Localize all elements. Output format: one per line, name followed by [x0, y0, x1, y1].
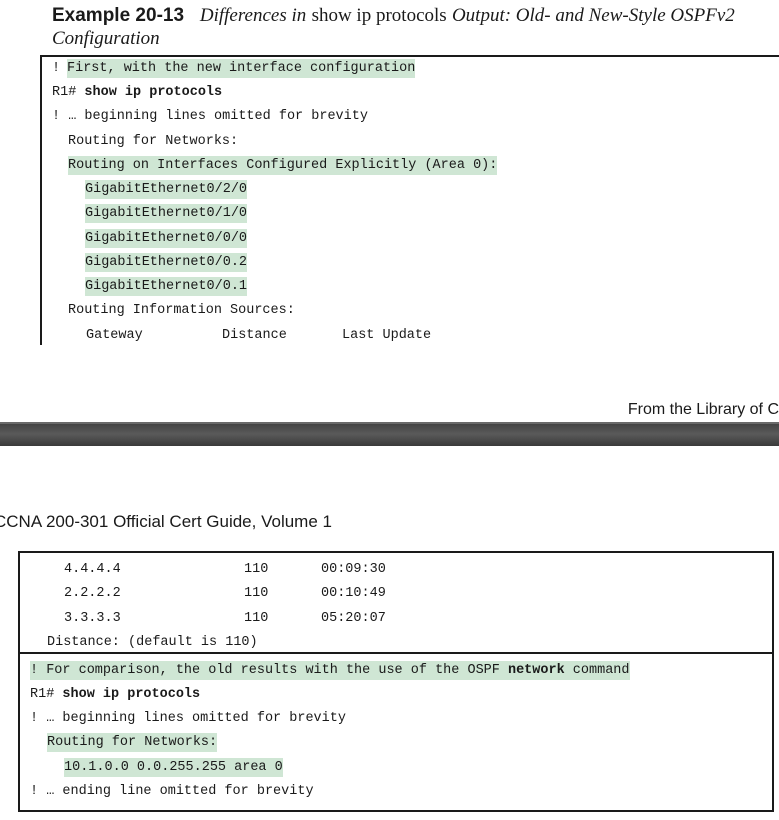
source-gateway: 2.2.2.2 [64, 586, 121, 601]
routing-information-sources: Routing Information Sources: [68, 303, 295, 318]
interface-line: GigabitEthernet0/1/0 [85, 204, 248, 223]
caption-text-1: Differences in [199, 5, 307, 26]
source-gateway: 4.4.4.4 [64, 562, 121, 577]
book-running-header: CCNA 200-301 Official Cert Guide, Volume… [0, 512, 332, 531]
interface-line: GigabitEthernet0/0/0 [85, 229, 248, 248]
omitted-note: ! … beginning lines omitted for brevity [52, 109, 368, 124]
command-line-1: R1# show ip protocols [52, 83, 222, 102]
source-distance: 110 [244, 562, 269, 577]
omitted-note: ! … beginning lines omitted for brevity [30, 711, 346, 726]
column-header-gateway: Gateway [86, 328, 143, 343]
interface-line: GigabitEthernet0/0.2 [85, 253, 248, 272]
comment-bang: ! [52, 61, 61, 76]
command: show ip protocols [62, 687, 201, 702]
comment-new-config: First, with the new interface configurat… [67, 59, 416, 78]
caption-command: show ip protocols [311, 5, 447, 26]
prompt: R1# [52, 85, 85, 100]
example-caption: Example 20-13 Differences in show ip pro… [52, 4, 779, 50]
source-last-update: 00:10:49 [321, 586, 386, 601]
source-last-update: 00:09:30 [321, 562, 386, 577]
column-header-last-update: Last Update [342, 328, 432, 343]
example-number: Example 20-13 [52, 5, 185, 26]
interface-line: GigabitEthernet0/0.1 [85, 277, 248, 296]
default-distance: Distance: (default is 110) [47, 635, 258, 650]
ending-omitted-note: ! … ending line omitted for brevity [30, 784, 314, 799]
source-distance: 110 [244, 611, 269, 626]
source-gateway: 3.3.3.3 [64, 611, 121, 626]
library-footer: From the Library of C [627, 401, 779, 418]
caption-text-2: Output: Old- and New-Style OSPFv2 [451, 5, 735, 26]
command: show ip protocols [84, 85, 223, 100]
network-statement: 10.1.0.0 0.0.255.255 area 0 [64, 758, 283, 777]
interface-line: GigabitEthernet0/2/0 [85, 180, 248, 199]
page-divider-band [0, 424, 779, 446]
caption-text-3: Configuration [52, 28, 160, 49]
command-line-old: R1# show ip protocols [30, 685, 200, 704]
routing-for-networks: Routing for Networks: [68, 134, 239, 149]
comment-old-comparison: ! For comparison, the old results with t… [30, 661, 630, 680]
source-last-update: 05:20:07 [321, 611, 386, 626]
routing-on-interfaces: Routing on Interfaces Configured Explici… [68, 156, 498, 175]
routing-for-networks-old: Routing for Networks: [47, 733, 218, 752]
prompt: R1# [30, 687, 63, 702]
column-header-distance: Distance [222, 328, 287, 343]
source-distance: 110 [244, 586, 269, 601]
